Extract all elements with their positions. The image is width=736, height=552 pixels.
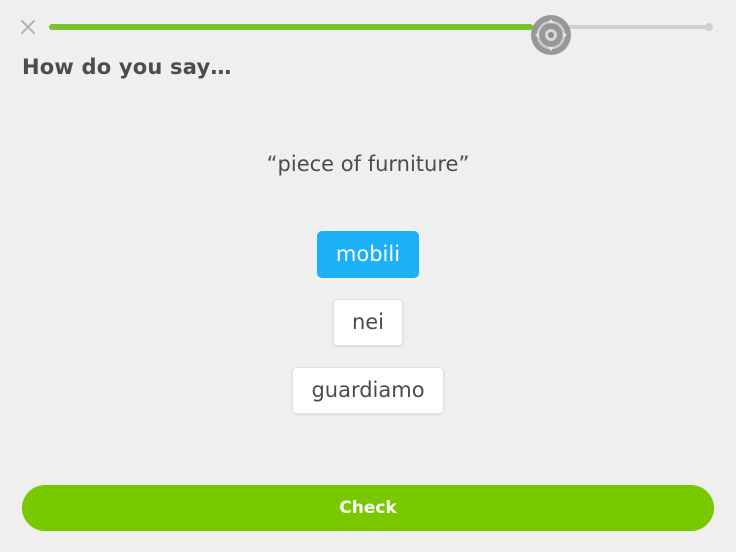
option-mobili[interactable]: mobili — [316, 231, 420, 278]
progress-end-marker — [705, 23, 713, 31]
option-nei[interactable]: nei — [332, 299, 404, 346]
close-button[interactable] — [17, 16, 39, 38]
progress-bar-fill — [49, 24, 533, 30]
assistive-touch-button[interactable] — [530, 14, 572, 56]
progress-bar — [49, 23, 713, 31]
answer-options: mobili nei guardiamo — [0, 231, 736, 435]
prompt-title: How do you say… — [22, 55, 232, 79]
phrase-to-translate: “piece of furniture” — [266, 152, 470, 176]
option-guardiamo[interactable]: guardiamo — [292, 367, 444, 414]
close-icon — [21, 20, 35, 34]
assistive-touch-icon — [531, 15, 571, 55]
check-button[interactable]: Check — [22, 485, 714, 531]
